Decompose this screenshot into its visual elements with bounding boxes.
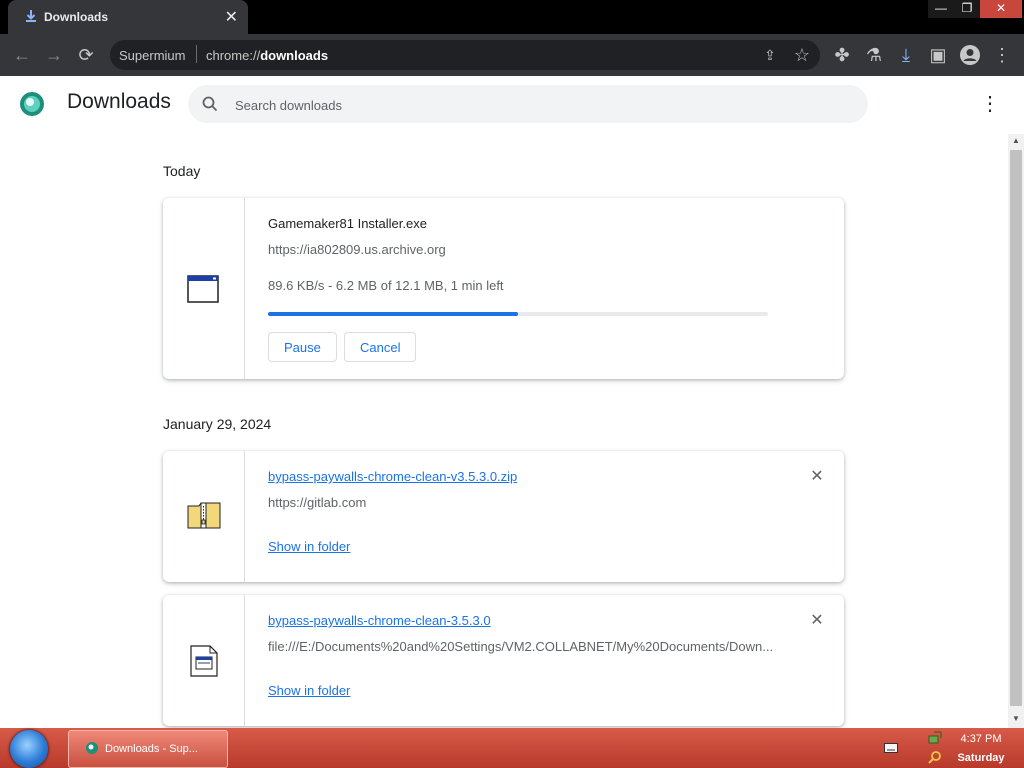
reload-icon[interactable]: ⟳	[74, 43, 98, 67]
file-icon-column	[163, 451, 245, 582]
side-panel-icon[interactable]: ▣	[926, 43, 950, 67]
page-title: Downloads	[67, 90, 171, 113]
scrollbar-thumb[interactable]	[1010, 150, 1022, 706]
tab-title: Downloads	[44, 10, 109, 24]
show-in-folder-link[interactable]: Show in folder	[268, 539, 350, 554]
zip-folder-icon	[187, 502, 221, 529]
download-source-url: https://ia802809.us.archive.org	[268, 242, 446, 257]
section-date-jan-29: January 29, 2024	[163, 416, 272, 432]
pause-button[interactable]: Pause	[268, 332, 337, 362]
download-filename-link[interactable]: bypass-paywalls-chrome-clean-3.5.3.0	[268, 613, 491, 628]
download-item: bypass-paywalls-chrome-clean-3.5.3.0 fil…	[163, 595, 844, 726]
search-downloads-field[interactable]	[188, 85, 868, 123]
taskbar-window-label: Downloads - Sup...	[105, 743, 198, 755]
labs-flask-icon[interactable]: ⚗	[862, 43, 886, 67]
download-item: bypass-paywalls-chrome-clean-v3.5.3.0.zi…	[163, 451, 844, 582]
extensions-puzzle-icon[interactable]: ✤	[830, 43, 854, 67]
browser-toolbar: ← → ⟳ Supermium chrome://downloads ⇪ ☆ ✤…	[0, 34, 1024, 76]
profile-avatar-icon[interactable]	[958, 43, 982, 67]
forward-arrow-icon[interactable]: →	[42, 43, 66, 67]
supermium-logo-icon	[20, 92, 44, 116]
more-actions-icon[interactable]: ⋮	[980, 92, 1000, 116]
download-tab-icon	[26, 10, 36, 22]
download-progress-fill	[268, 312, 518, 316]
restore-button[interactable]: ❐	[954, 0, 980, 18]
download-progress-bar	[268, 312, 768, 316]
scroll-up-icon[interactable]: ▲	[1011, 136, 1021, 145]
show-in-folder-link[interactable]: Show in folder	[268, 683, 350, 698]
download-filename: Gamemaker81 Installer.exe	[268, 216, 427, 231]
section-date-today: Today	[163, 163, 201, 179]
download-filename-link[interactable]: bypass-paywalls-chrome-clean-v3.5.3.0.zi…	[268, 469, 517, 484]
tab-close-icon[interactable]: ✕	[225, 7, 238, 27]
file-icon-column	[163, 595, 245, 726]
remove-item-close-icon[interactable]: ✕	[809, 469, 825, 485]
tab-downloads[interactable]: Downloads ✕	[8, 0, 248, 34]
download-source-url: file:///E:/Documents%20and%20Settings/VM…	[268, 639, 774, 654]
remove-item-close-icon[interactable]: ✕	[809, 613, 825, 629]
download-status: 89.6 KB/s - 6.2 MB of 12.1 MB, 1 min lef…	[268, 278, 504, 293]
download-item: Gamemaker81 Installer.exe https://ia8028…	[163, 198, 844, 379]
supermium-taskbar-icon	[86, 742, 98, 754]
site-label: Supermium	[119, 48, 186, 63]
scroll-down-icon[interactable]: ▼	[1011, 714, 1021, 723]
bookmark-star-icon[interactable]: ☆	[790, 43, 814, 67]
url-text: chrome://downloads	[206, 48, 329, 63]
network-tray-icon[interactable]	[928, 731, 942, 745]
browser-menu-icon[interactable]: ⋮	[990, 43, 1014, 67]
minimize-button[interactable]: —	[928, 0, 954, 18]
search-input[interactable]	[233, 94, 837, 116]
download-source-url: https://gitlab.com	[268, 495, 367, 510]
taskbar-window-button[interactable]: Downloads - Sup...	[68, 730, 228, 768]
download-indicator-icon[interactable]: ⤓	[894, 43, 918, 67]
back-arrow-icon[interactable]: ←	[10, 43, 34, 67]
start-button[interactable]	[10, 730, 48, 768]
search-icon	[202, 96, 218, 112]
address-bar[interactable]: Supermium chrome://downloads ⇪ ☆	[110, 40, 820, 70]
keyboard-tray-icon[interactable]	[884, 743, 898, 753]
clock-day[interactable]: Saturday	[952, 752, 1010, 764]
generic-file-icon	[190, 645, 218, 677]
share-icon[interactable]: ⇪	[758, 43, 782, 67]
file-icon-column	[163, 198, 245, 379]
clock-time[interactable]: 4:37 PM	[952, 733, 1010, 745]
cancel-button[interactable]: Cancel	[344, 332, 417, 362]
exe-file-icon	[187, 275, 219, 303]
search-tray-icon[interactable]	[928, 750, 942, 764]
close-window-button[interactable]: ✕	[980, 0, 1022, 18]
omnibox-divider	[196, 45, 197, 63]
